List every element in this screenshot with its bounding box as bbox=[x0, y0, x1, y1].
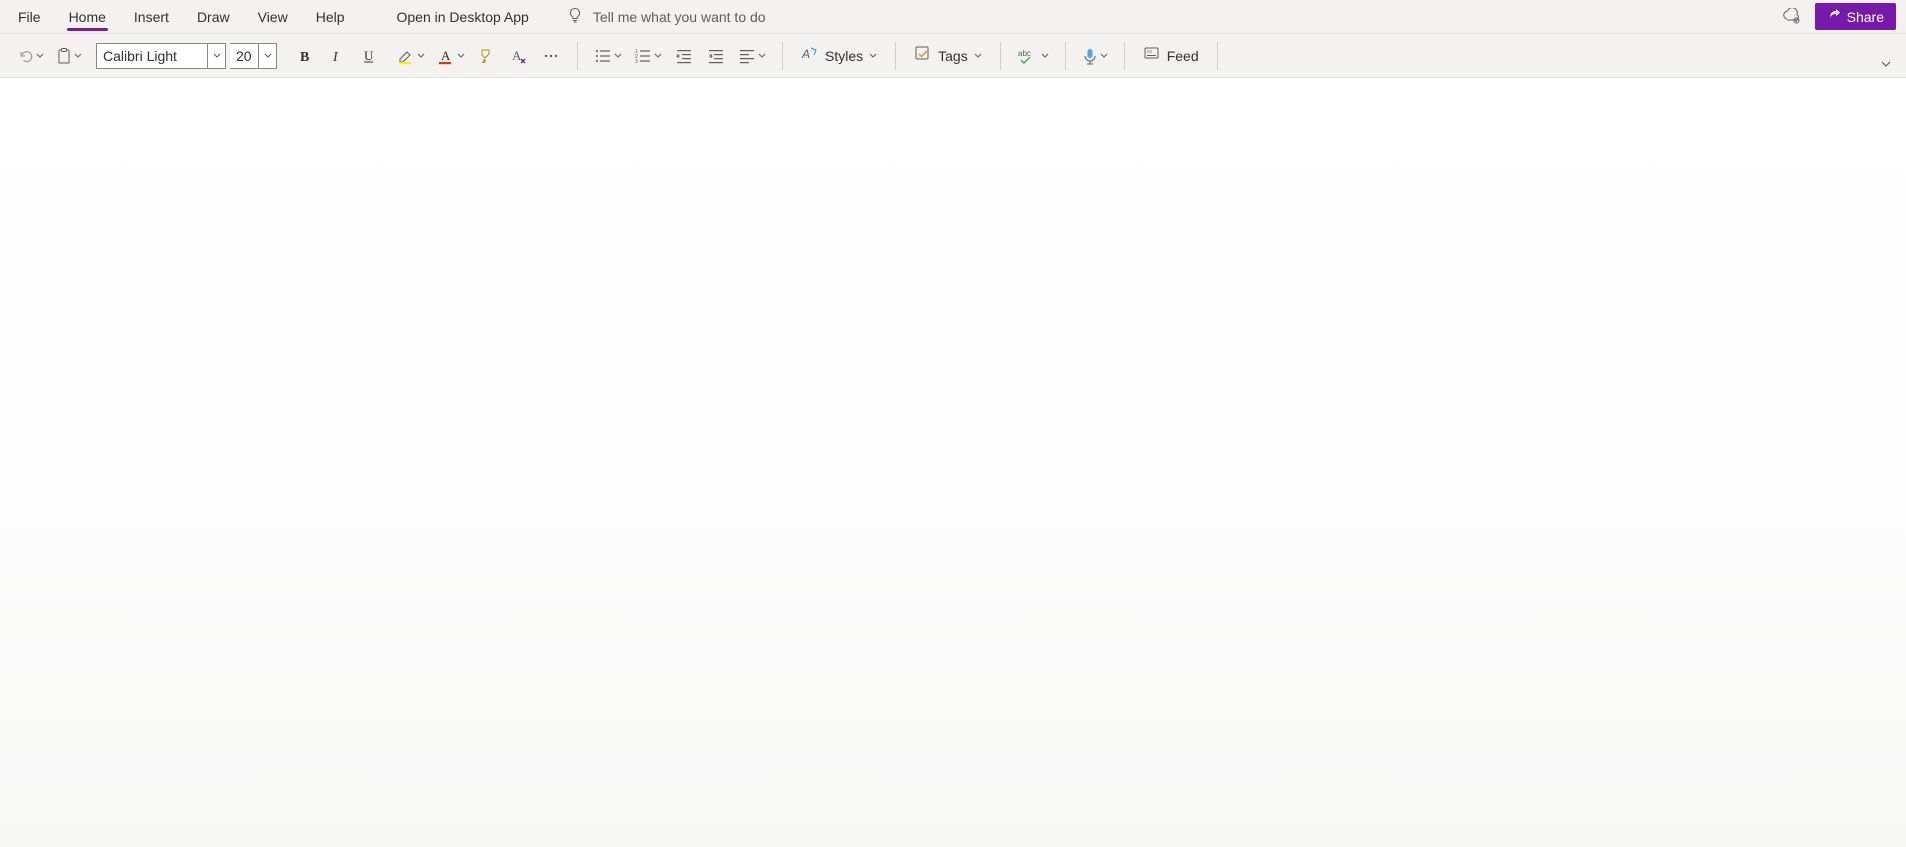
styles-button[interactable]: A Styles bbox=[795, 41, 883, 71]
font-name-combo[interactable] bbox=[96, 43, 226, 69]
font-size-combo[interactable] bbox=[230, 43, 277, 69]
tell-me-search-input[interactable] bbox=[593, 5, 933, 29]
ribbon-toolbar: B I U A A bbox=[0, 34, 1906, 78]
svg-text:3: 3 bbox=[635, 59, 638, 65]
feed-icon bbox=[1143, 45, 1161, 66]
svg-text:A: A bbox=[512, 48, 522, 63]
alignment-button[interactable] bbox=[734, 41, 770, 71]
svg-text:abc: abc bbox=[1018, 49, 1031, 58]
lightbulb-icon bbox=[567, 7, 583, 26]
tab-help[interactable]: Help bbox=[302, 2, 359, 31]
tab-file[interactable]: File bbox=[4, 2, 55, 31]
tab-bar: File Home Insert Draw View Help Open in … bbox=[0, 0, 1906, 34]
separator bbox=[895, 42, 896, 70]
italic-button[interactable]: I bbox=[323, 41, 351, 71]
svg-text:B: B bbox=[300, 50, 309, 64]
separator bbox=[1124, 42, 1125, 70]
undo-button[interactable] bbox=[14, 41, 48, 71]
clipboard-paste-button[interactable] bbox=[52, 41, 86, 71]
feed-button[interactable]: Feed bbox=[1137, 41, 1205, 71]
spelling-button[interactable]: abc bbox=[1013, 41, 1053, 71]
separator bbox=[782, 42, 783, 70]
svg-text:A: A bbox=[441, 48, 451, 63]
share-label: Share bbox=[1847, 9, 1884, 25]
format-painter-button[interactable] bbox=[473, 41, 501, 71]
font-size-input[interactable] bbox=[230, 44, 258, 68]
font-color-button[interactable]: A bbox=[433, 41, 469, 71]
tab-insert[interactable]: Insert bbox=[120, 2, 183, 31]
share-button[interactable]: Share bbox=[1815, 3, 1896, 30]
document-canvas[interactable] bbox=[0, 78, 1906, 847]
share-icon bbox=[1827, 8, 1841, 25]
feed-label: Feed bbox=[1167, 48, 1199, 64]
tags-label: Tags bbox=[938, 48, 968, 64]
decrease-indent-button[interactable] bbox=[670, 41, 698, 71]
open-in-desktop-button[interactable]: Open in Desktop App bbox=[385, 2, 541, 32]
separator bbox=[577, 42, 578, 70]
highlight-color-button[interactable] bbox=[393, 41, 429, 71]
bullet-list-button[interactable] bbox=[590, 41, 626, 71]
bold-button[interactable]: B bbox=[291, 41, 319, 71]
tab-home[interactable]: Home bbox=[55, 2, 120, 31]
sync-status-icon[interactable] bbox=[1777, 2, 1805, 32]
underline-button[interactable]: U bbox=[355, 41, 383, 71]
clear-formatting-button[interactable]: A bbox=[505, 41, 533, 71]
font-size-dropdown-button[interactable] bbox=[258, 44, 276, 68]
font-name-dropdown-button[interactable] bbox=[207, 44, 225, 68]
styles-icon: A bbox=[801, 45, 819, 66]
separator bbox=[1217, 42, 1218, 70]
dictate-button[interactable] bbox=[1078, 41, 1112, 71]
numbered-list-button[interactable]: 123 bbox=[630, 41, 666, 71]
tab-draw[interactable]: Draw bbox=[183, 2, 244, 31]
collapse-ribbon-button[interactable] bbox=[1872, 49, 1900, 79]
tab-view[interactable]: View bbox=[244, 2, 302, 31]
separator bbox=[1000, 42, 1001, 70]
svg-text:A: A bbox=[801, 47, 810, 61]
more-formatting-button[interactable] bbox=[537, 41, 565, 71]
font-name-input[interactable] bbox=[97, 44, 207, 68]
separator bbox=[1065, 42, 1066, 70]
svg-text:I: I bbox=[332, 50, 339, 64]
tags-icon bbox=[914, 45, 932, 66]
increase-indent-button[interactable] bbox=[702, 41, 730, 71]
tags-button[interactable]: Tags bbox=[908, 41, 988, 71]
svg-text:U: U bbox=[364, 48, 374, 63]
styles-label: Styles bbox=[825, 48, 863, 64]
